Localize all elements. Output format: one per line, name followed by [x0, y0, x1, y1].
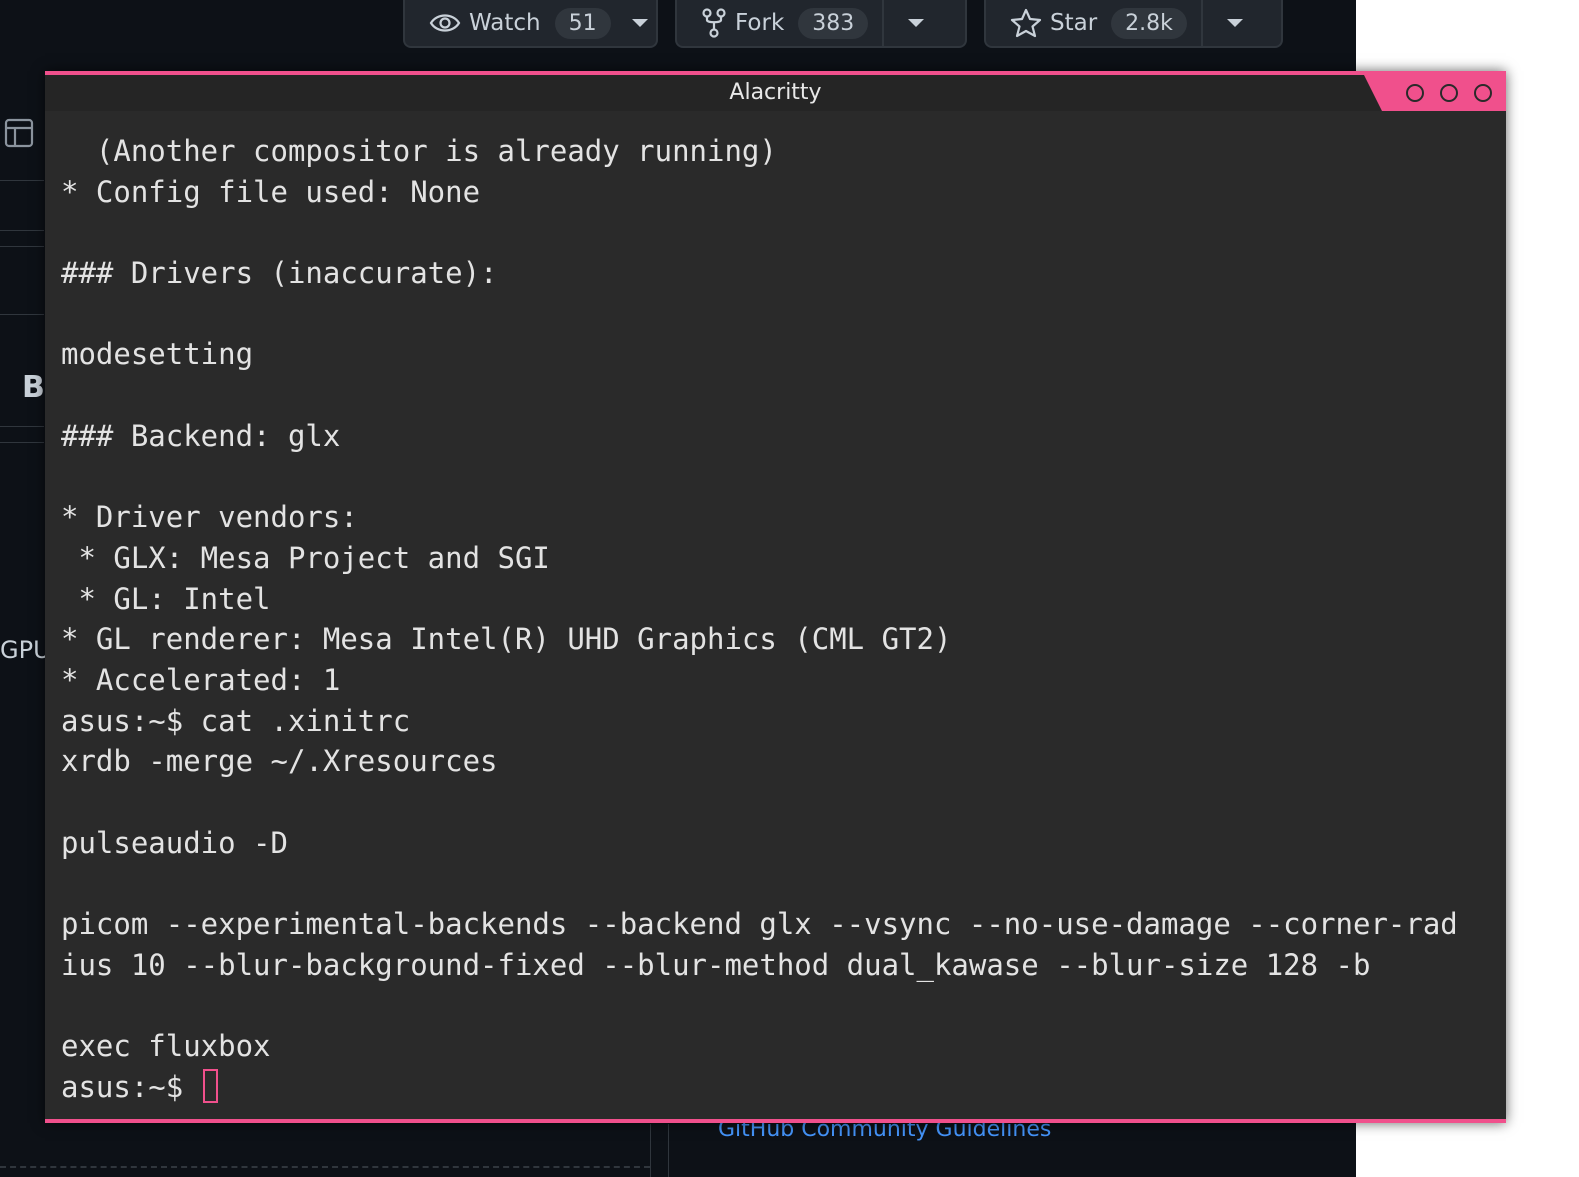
- terminal-line: * Driver vendors:: [61, 500, 358, 535]
- terminal-cursor: [202, 1068, 218, 1103]
- terminal-line: ius 10 --blur-background-fixed --blur-me…: [61, 947, 1371, 982]
- terminal-prompt: asus:~$: [61, 1069, 201, 1104]
- terminal-output[interactable]: (Another compositor is already running) *…: [61, 131, 1498, 1108]
- terminal-line: ### Drivers (inaccurate):: [61, 256, 498, 291]
- minimize-button[interactable]: [1406, 84, 1424, 102]
- partial-heading-text: B: [22, 370, 45, 405]
- maximize-button[interactable]: [1440, 84, 1458, 102]
- terminal-line: asus:~$ cat .xinitrc: [61, 703, 411, 738]
- fork-dropdown-button[interactable]: [882, 0, 948, 46]
- star-dropdown-button[interactable]: [1200, 0, 1267, 46]
- terminal-window[interactable]: Alacritty (Another compositor is already…: [45, 71, 1506, 1123]
- fork-count: 383: [798, 7, 869, 39]
- table-icon[interactable]: [4, 118, 34, 148]
- window-controls: [1364, 75, 1506, 111]
- partial-gpu-text: GPU: [0, 636, 51, 664]
- watch-dropdown-button[interactable]: [625, 0, 656, 46]
- triangle-down-icon: [908, 19, 925, 27]
- watch-count: 51: [554, 7, 611, 39]
- star-count: 2.8k: [1111, 7, 1187, 39]
- terminal-line: pulseaudio -D: [61, 825, 288, 860]
- terminal-titlebar[interactable]: Alacritty: [45, 75, 1506, 111]
- terminal-prompt-line[interactable]: asus:~$: [61, 1067, 1498, 1108]
- terminal-line: (Another compositor is already running): [61, 134, 777, 168]
- window-title: Alacritty: [729, 80, 822, 105]
- terminal-line: * Config file used: None: [61, 174, 481, 209]
- star-button-group: Star 2.8k: [984, 0, 1283, 48]
- terminal-line: * GLX: Mesa Project and SGI: [61, 540, 550, 575]
- terminal-line: xrdb -merge ~/.Xresources: [61, 744, 498, 779]
- eye-icon: [429, 11, 461, 35]
- triangle-down-icon: [1226, 19, 1243, 27]
- terminal-lines: (Another compositor is already running) *…: [61, 131, 1498, 1067]
- terminal-line: picom --experimental-backends --backend …: [61, 907, 1458, 942]
- fork-label: Fork: [735, 10, 785, 36]
- close-button[interactable]: [1474, 84, 1492, 102]
- terminal-line: ### Backend: glx: [61, 418, 341, 453]
- star-button[interactable]: Star 2.8k: [986, 0, 1201, 46]
- fork-button-group: Fork 383: [675, 0, 967, 48]
- terminal-line: exec fluxbox: [61, 1029, 271, 1064]
- terminal-line: modesetting: [61, 337, 254, 372]
- star-icon: [1010, 8, 1042, 38]
- terminal-line: * Accelerated: 1: [61, 662, 341, 697]
- terminal-line: * GL: Intel: [61, 581, 271, 616]
- bottom-vertical-divider: [650, 1124, 651, 1177]
- terminal-line: * GL renderer: Mesa Intel(R) UHD Graphic…: [61, 622, 952, 657]
- star-label: Star: [1050, 10, 1098, 36]
- watch-label: Watch: [469, 10, 541, 36]
- watch-button-group: Watch 51: [403, 0, 658, 48]
- bottom-divider: [0, 1166, 650, 1168]
- bottom-vertical-divider: [668, 1124, 669, 1177]
- triangle-down-icon: [632, 19, 649, 27]
- repo-forked-icon: [701, 8, 727, 38]
- watch-button[interactable]: Watch 51: [405, 0, 625, 46]
- fork-button[interactable]: Fork 383: [677, 0, 882, 46]
